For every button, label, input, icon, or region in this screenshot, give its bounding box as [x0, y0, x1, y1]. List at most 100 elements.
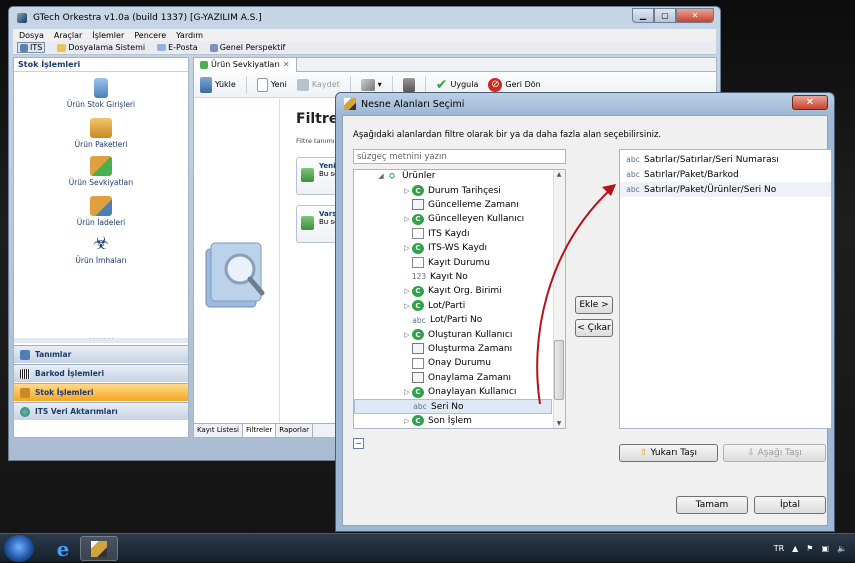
menu-dosya[interactable]: Dosya: [19, 31, 44, 40]
splitter-grip[interactable]: · · · · · · ·: [14, 337, 188, 343]
folder-icon: [57, 43, 67, 52]
menu-pencere[interactable]: Pencere: [134, 31, 166, 40]
nav-product-returns[interactable]: Ürün İadeleri: [14, 196, 188, 227]
tree-node[interactable]: Oluşturma Zamanı: [354, 342, 552, 356]
close-button[interactable]: ✕: [676, 8, 714, 23]
tree-node[interactable]: ▷ C Oluşturan Kullanıcı: [354, 327, 552, 341]
scroll-thumb[interactable]: [554, 340, 564, 400]
nav-stock-entries[interactable]: Ürün Stok Girişleri: [14, 78, 188, 109]
tools-button[interactable]: [402, 77, 415, 92]
tree-node[interactable]: abc Lot/Parti No: [354, 313, 552, 327]
ie-taskbar-icon[interactable]: e: [44, 536, 82, 561]
flag-icon[interactable]: ⚑: [806, 544, 813, 553]
tree-node[interactable]: Onaylama Zamanı: [354, 371, 552, 385]
tree-node[interactable]: ▷ C ITS-WS Kaydı: [354, 241, 552, 255]
tree-node[interactable]: ▷ C Güncelleyen Kullanıcı: [354, 212, 552, 226]
perspective-dosyalama[interactable]: Dosyalama Sistemi: [57, 43, 145, 52]
tree-node[interactable]: ▷ C Son İşlem: [354, 414, 552, 428]
tree-node[interactable]: Onay Durumu: [354, 356, 552, 370]
tree-node[interactable]: abc Seri No: [354, 399, 552, 414]
biohazard-icon: ☣: [92, 233, 110, 254]
toolbar-separator: [349, 75, 351, 94]
tree-node[interactable]: ITS Kaydı: [354, 227, 552, 241]
tab-kayit-listesi[interactable]: Kayıt Listesi: [194, 424, 243, 437]
tree-node-label: Güncelleme Zamanı: [428, 199, 519, 210]
tree-node[interactable]: 123 Kayıt No: [354, 270, 552, 284]
tree-node[interactable]: ▷ C Durum Tarihçesi: [354, 183, 552, 197]
pen-icon: [360, 78, 375, 91]
menu-islemler[interactable]: İşlemler: [92, 31, 124, 40]
perspective-eposta[interactable]: E-Posta: [157, 43, 198, 52]
minimize-button[interactable]: ▁: [632, 8, 654, 23]
save-button[interactable]: Kaydet: [296, 78, 340, 91]
nav-product-packages[interactable]: Ürün Paketleri: [14, 118, 188, 149]
dialog-close-button[interactable]: ✕: [792, 95, 828, 110]
revert-button[interactable]: ⊘ Geri Dön: [488, 77, 541, 92]
tree-node[interactable]: ▷ C Kayıt Org. Birimi: [354, 284, 552, 298]
tree-node[interactable]: Kayıt Durumu: [354, 255, 552, 269]
collapse-arrow-icon[interactable]: ◢: [376, 172, 386, 180]
calendar-icon: [412, 343, 424, 355]
selected-field-item[interactable]: abc Satırlar/Satırlar/Seri Numarası: [620, 152, 831, 167]
pen-icon: [91, 540, 107, 557]
selected-field-item[interactable]: abc Satırlar/Paket/Barkod: [620, 167, 831, 182]
add-button[interactable]: Ekle >: [575, 296, 613, 314]
new-label: Yeni: [270, 80, 287, 89]
volume-icon[interactable]: 🔈: [837, 544, 847, 553]
expand-arrow-icon[interactable]: ▷: [402, 287, 412, 295]
collapse-all-icon[interactable]: −: [353, 438, 364, 449]
apply-button[interactable]: ✔ Uygula: [436, 77, 479, 93]
menu-araclar[interactable]: Araçlar: [54, 31, 82, 40]
move-up-button[interactable]: ⇧ Yukarı Taşı: [619, 444, 718, 462]
perspective-genel[interactable]: Genel Perspektif: [209, 43, 285, 52]
tree-node[interactable]: ▷ C Onaylayan Kullanıcı: [354, 385, 552, 399]
remove-button[interactable]: < Çıkar: [575, 319, 613, 337]
selected-field-item[interactable]: abc Satırlar/Paket/Ürünler/Seri No: [620, 182, 831, 197]
group-stok[interactable]: Stok İşlemleri: [14, 383, 188, 401]
load-button[interactable]: Yükle: [200, 76, 236, 93]
group-barkod[interactable]: Barkod İşlemleri: [14, 364, 188, 382]
group-tanimlar[interactable]: Tanımlar: [14, 345, 188, 363]
tools-icon: [402, 77, 415, 92]
expand-arrow-icon[interactable]: ▷: [402, 417, 412, 425]
tab-filtreler[interactable]: Filtreler: [242, 424, 277, 437]
show-hidden-icons-icon[interactable]: ▲: [792, 544, 798, 553]
maximize-button[interactable]: ▢: [654, 8, 676, 23]
field-tree: ▲ ▼ ◢ ⛭ Ürünler ▷ C Durum Tarihçesi Güncelleme…: [353, 169, 566, 429]
tree-scrollbar[interactable]: ▲ ▼: [553, 170, 565, 428]
menu-yardim[interactable]: Yardım: [176, 31, 203, 40]
nav-product-disposals[interactable]: ☣ Ürün İmhaları: [14, 233, 188, 266]
load-icon: [200, 76, 212, 93]
scroll-down-arrow-icon[interactable]: ▼: [555, 420, 563, 427]
perspective-its[interactable]: ITS: [17, 42, 46, 53]
tree-node[interactable]: ◢ ⛭ Ürünler: [354, 170, 552, 183]
start-button[interactable]: [4, 535, 34, 562]
expand-arrow-icon[interactable]: ▷: [402, 215, 412, 223]
expand-arrow-icon[interactable]: ▷: [402, 331, 412, 339]
editor-tab-header: Ürün Sevkiyatları ✕: [194, 57, 716, 72]
expand-arrow-icon[interactable]: ▷: [402, 187, 412, 195]
toolbar-separator: [245, 75, 247, 94]
nav-product-shipments[interactable]: Ürün Sevkiyatları: [14, 156, 188, 187]
group-its-veri[interactable]: ITS Veri Aktarımları: [14, 402, 188, 420]
network-icon[interactable]: ▣: [821, 544, 829, 553]
tree-node[interactable]: Güncelleme Zamanı: [354, 198, 552, 212]
scroll-up-arrow-icon[interactable]: ▲: [555, 171, 563, 178]
move-down-button[interactable]: ⇩ Aşağı Taşı: [723, 444, 826, 462]
perspective-its-label: ITS: [30, 43, 43, 52]
tab-urun-sevkiyatlari[interactable]: Ürün Sevkiyatları ✕: [194, 57, 297, 72]
edit-dropdown[interactable]: ▾: [360, 78, 382, 91]
tree-node[interactable]: ▷ C Lot/Parti: [354, 299, 552, 313]
tab-raporlar[interactable]: Raporlar: [276, 424, 313, 437]
ok-button[interactable]: Tamam: [676, 496, 748, 514]
expand-arrow-icon[interactable]: ▷: [402, 302, 412, 310]
cancel-button[interactable]: İptal: [754, 496, 826, 514]
filter-search-input[interactable]: süzgeç metnini yazın: [353, 149, 566, 164]
tree-node[interactable]: Stok Durumu: [354, 428, 552, 429]
expand-arrow-icon[interactable]: ▷: [402, 388, 412, 396]
new-button[interactable]: Yeni: [256, 77, 287, 92]
language-indicator[interactable]: TR: [774, 544, 784, 553]
orkestra-taskbar-icon[interactable]: [80, 536, 118, 561]
expand-arrow-icon[interactable]: ▷: [402, 244, 412, 252]
tab-close-icon[interactable]: ✕: [283, 60, 290, 69]
